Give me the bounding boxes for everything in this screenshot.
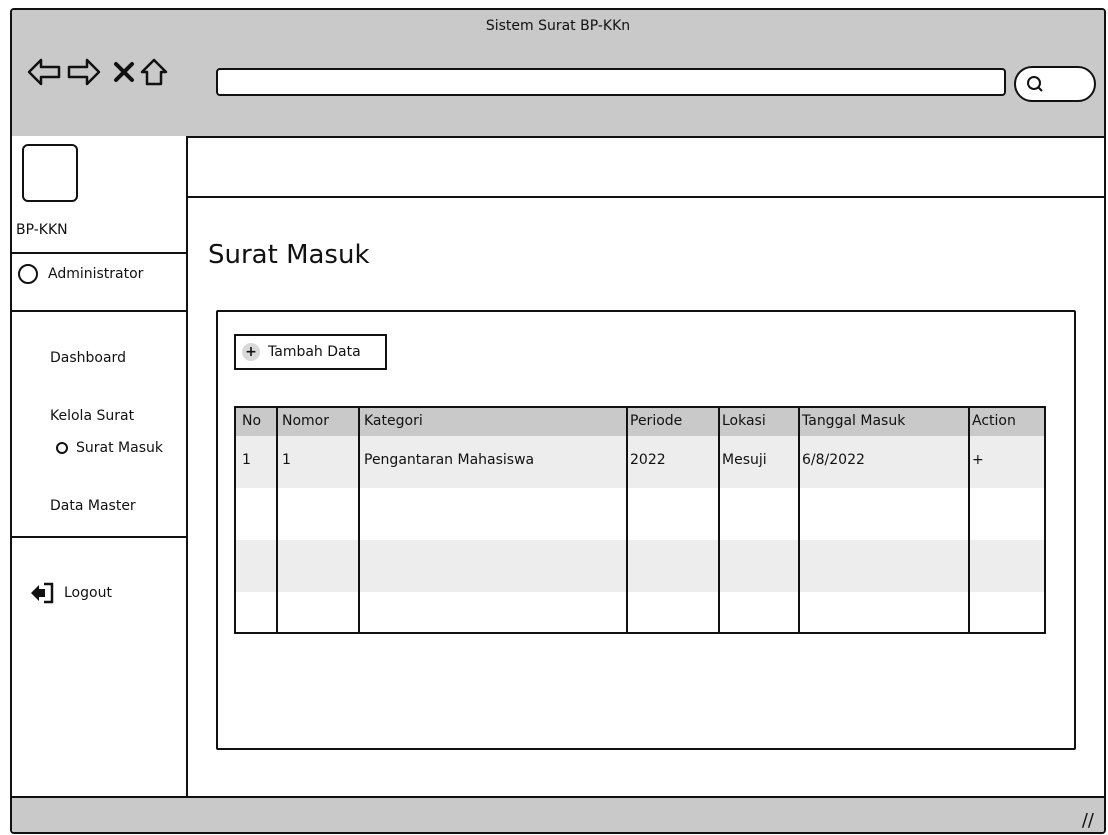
divider (12, 310, 186, 312)
column-divider (358, 408, 360, 632)
data-table: No Nomor Kategori Periode Lokasi Tanggal… (234, 406, 1046, 634)
status-bar: // (12, 796, 1104, 832)
cell-periode: 2022 (630, 452, 666, 468)
header-no: No (242, 413, 262, 429)
home-icon (140, 58, 168, 86)
browser-window: Sistem Surat BP-KKn BP-KKN Administrator… (10, 8, 1106, 834)
column-divider (798, 408, 800, 632)
browser-titlebar: Sistem Surat BP-KKn (12, 10, 1104, 138)
header-divider (188, 196, 1104, 198)
sidebar-item-label: Surat Masuk (76, 440, 163, 456)
divider (12, 536, 186, 538)
cell-nomor: 1 (282, 452, 291, 468)
content-panel: + Tambah Data No Nomor Kategori Periode … (216, 310, 1076, 750)
logo-placeholder (22, 144, 78, 202)
cell-kategori: Pengantaran Mahasiswa (364, 452, 535, 468)
brand-name: BP-KKN (16, 222, 68, 238)
add-data-label: Tambah Data (268, 344, 361, 360)
header-lokasi: Lokasi (722, 413, 766, 429)
header-action: Action (972, 413, 1016, 429)
sidebar-item-kelola-surat[interactable]: Kelola Surat (50, 408, 134, 424)
address-bar[interactable] (216, 68, 1006, 96)
column-divider (718, 408, 720, 632)
cell-tanggal-masuk: 6/8/2022 (802, 452, 865, 468)
page-title: Surat Masuk (208, 240, 370, 270)
logout-label: Logout (64, 585, 112, 601)
cell-lokasi: Mesuji (722, 452, 767, 468)
avatar-icon (18, 264, 38, 284)
back-arrow-icon (27, 58, 61, 86)
column-divider (276, 408, 278, 632)
back-button[interactable] (26, 54, 62, 90)
header-nomor: Nomor (282, 413, 329, 429)
header-kategori: Kategori (364, 413, 423, 429)
row-action-button[interactable]: + (972, 452, 984, 468)
search-icon (1027, 76, 1043, 92)
sidebar: BP-KKN Administrator Dashboard Kelola Su… (12, 136, 188, 804)
column-divider (968, 408, 970, 632)
divider (12, 252, 186, 254)
resize-grip-icon[interactable]: // (1082, 810, 1094, 831)
column-divider (626, 408, 628, 632)
window-title: Sistem Surat BP-KKn (485, 18, 631, 34)
forward-button[interactable] (66, 54, 102, 90)
sidebar-item-data-master[interactable]: Data Master (50, 498, 136, 514)
sidebar-item-dashboard[interactable]: Dashboard (50, 350, 126, 366)
search-button[interactable] (1014, 66, 1096, 102)
header-tanggal-masuk: Tanggal Masuk (802, 413, 906, 429)
forward-arrow-icon (67, 58, 101, 86)
cell-no: 1 (242, 452, 251, 468)
header-periode: Periode (630, 413, 683, 429)
home-button[interactable] (136, 54, 172, 90)
user-name: Administrator (48, 266, 144, 282)
close-icon (114, 62, 134, 82)
logout-button[interactable]: Logout (30, 582, 112, 604)
logout-icon (31, 582, 54, 604)
plus-icon: + (242, 343, 260, 361)
radio-icon (56, 442, 68, 454)
sidebar-item-surat-masuk[interactable]: Surat Masuk (56, 440, 163, 456)
add-data-button[interactable]: + Tambah Data (234, 334, 387, 370)
user-info: Administrator (18, 264, 143, 284)
